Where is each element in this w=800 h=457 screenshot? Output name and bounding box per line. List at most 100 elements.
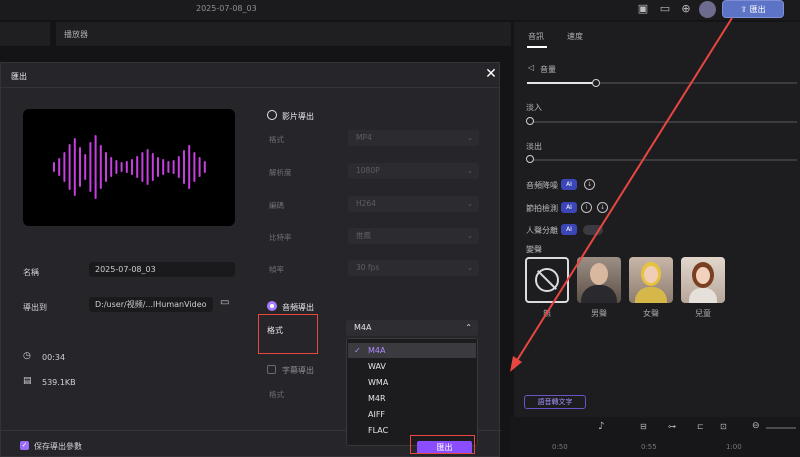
video-export-radio[interactable]	[267, 110, 277, 120]
waveform-bar	[198, 157, 201, 177]
chevron-down-icon: ⌄	[467, 264, 473, 272]
voice-change-label: 變聲	[526, 245, 542, 254]
fade-out-slider[interactable]	[527, 159, 797, 161]
format-option-aiff[interactable]: AIFF	[348, 407, 476, 422]
download-icon[interactable]: ↓	[584, 179, 595, 190]
audio-format-value: M4A	[354, 323, 372, 332]
export-top-button[interactable]: ⇪ 匯出	[722, 0, 784, 18]
zoom-slider[interactable]	[766, 427, 796, 429]
save-params-checkbox[interactable]: ✓	[20, 441, 29, 450]
waveform-bar	[203, 161, 206, 173]
voice-male-tile[interactable]	[577, 257, 621, 303]
audio-format-select[interactable]: M4A ⌃	[346, 320, 478, 336]
waveform-bar	[63, 152, 66, 182]
ai-badge: AI	[561, 224, 577, 235]
chevron-up-icon: ⌃	[465, 323, 472, 332]
subtitle-export-checkbox[interactable]	[267, 365, 276, 374]
name-input[interactable]: 2025-07-08_03	[89, 262, 235, 277]
waveform-bar	[167, 161, 170, 173]
bitrate-label: 比特率	[269, 233, 292, 242]
voice-separation-label: 人聲分離	[526, 226, 558, 235]
beat-detect-label: 節拍檢測	[526, 204, 558, 213]
download-icon[interactable]: ⊕	[678, 1, 694, 17]
voice-name-child: 兒童	[695, 309, 711, 318]
format-option-m4r[interactable]: M4R	[348, 391, 476, 406]
bitrate-select: 推薦 ⌄	[348, 228, 479, 244]
tab-speed[interactable]: 速度	[567, 31, 583, 42]
format-option-wma[interactable]: WMA	[348, 375, 476, 390]
project-title: 2025-07-08_03	[196, 4, 257, 13]
name-label: 名稱	[23, 268, 39, 277]
export-path-input[interactable]: D:/user/视频/...lHumanVideo	[89, 297, 213, 312]
waveform-bar	[177, 156, 180, 178]
file-size-icon: ▤	[23, 376, 32, 386]
voice-name-male: 男聲	[591, 309, 607, 318]
format-option-label: FLAC	[368, 426, 389, 435]
file-size-value: 539.1KB	[42, 378, 76, 387]
left-panel-strip	[0, 22, 50, 46]
audio-export-radio[interactable]	[267, 301, 277, 311]
timeline-tick: 0:50	[552, 443, 568, 451]
folder-icon[interactable]: ▭	[220, 297, 229, 308]
ai-badge: AI	[561, 202, 577, 213]
close-icon[interactable]: ✕	[483, 66, 499, 82]
check-icon: ✓	[354, 346, 361, 355]
export-top-label: 匯出	[749, 5, 766, 14]
fade-out-knob[interactable]	[526, 155, 534, 163]
video-format-label: 格式	[269, 135, 284, 144]
link-icon[interactable]: ⊶	[668, 422, 676, 431]
waveform-bar	[120, 162, 123, 172]
layout-icon[interactable]: ▣	[635, 1, 651, 17]
format-option-label: M4A	[368, 346, 386, 355]
waveform-bar	[193, 152, 196, 182]
speaker-icon: ◁	[528, 63, 535, 72]
volume-label: 音量	[540, 65, 556, 74]
speech-to-text-button[interactable]: 語音轉文字	[524, 395, 586, 409]
clock-icon: ◷	[23, 351, 31, 361]
format-highlight-box	[258, 314, 318, 354]
waveform-bar	[157, 157, 159, 177]
male-face	[590, 263, 608, 285]
avatar[interactable]	[699, 1, 716, 18]
subtitle-format-label: 格式	[269, 390, 284, 399]
volume-slider-track[interactable]	[595, 82, 797, 84]
export-to-label: 導出到	[23, 303, 47, 312]
message-icon[interactable]: ▭	[657, 1, 673, 17]
format-option-label: M4R	[368, 394, 386, 403]
voice-separation-toggle[interactable]	[583, 225, 603, 235]
fade-in-slider[interactable]	[527, 121, 797, 123]
split-icon[interactable]: ⊟	[640, 422, 647, 431]
format-option-wav[interactable]: WAV	[348, 359, 476, 374]
zoom-out-icon[interactable]: ⊖	[752, 421, 760, 431]
crop-icon[interactable]: ⊏	[697, 422, 704, 431]
waveform-bar	[188, 145, 191, 189]
subtitle-export-label: 字幕導出	[282, 366, 314, 375]
voice-child-tile[interactable]	[681, 257, 725, 303]
child-face	[696, 267, 710, 284]
waveform-bar	[162, 159, 165, 175]
fade-in-label: 淡入	[526, 103, 542, 112]
resolution-select: 1080P ⌄	[348, 163, 479, 179]
waveform-bar	[53, 162, 55, 172]
fade-in-knob[interactable]	[526, 117, 534, 125]
codec-select: H264 ⌄	[348, 196, 479, 212]
volume-slider-knob[interactable]	[592, 79, 600, 87]
format-option-m4a[interactable]: ✓ M4A	[348, 343, 476, 358]
info-icon[interactable]: i	[581, 202, 592, 213]
waveform-bar	[84, 154, 87, 180]
voice-none-tile[interactable]	[525, 257, 569, 303]
download-icon[interactable]: ↓	[597, 202, 608, 213]
format-option-label: WAV	[368, 362, 386, 371]
microphone-icon[interactable]: ♪	[598, 421, 604, 432]
export-highlight-box	[410, 435, 475, 454]
waveform-bar	[79, 147, 81, 187]
format-option-label: WMA	[368, 378, 389, 387]
fit-icon[interactable]: ⊡	[720, 422, 727, 431]
tab-audio[interactable]: 音訊	[528, 31, 544, 42]
chevron-down-icon: ⌄	[467, 134, 473, 142]
voice-female-tile[interactable]	[629, 257, 673, 303]
volume-slider-fill	[527, 82, 595, 84]
male-body	[581, 285, 617, 303]
waveform-bar	[105, 152, 107, 182]
player-panel-header: 播放器	[56, 22, 511, 46]
